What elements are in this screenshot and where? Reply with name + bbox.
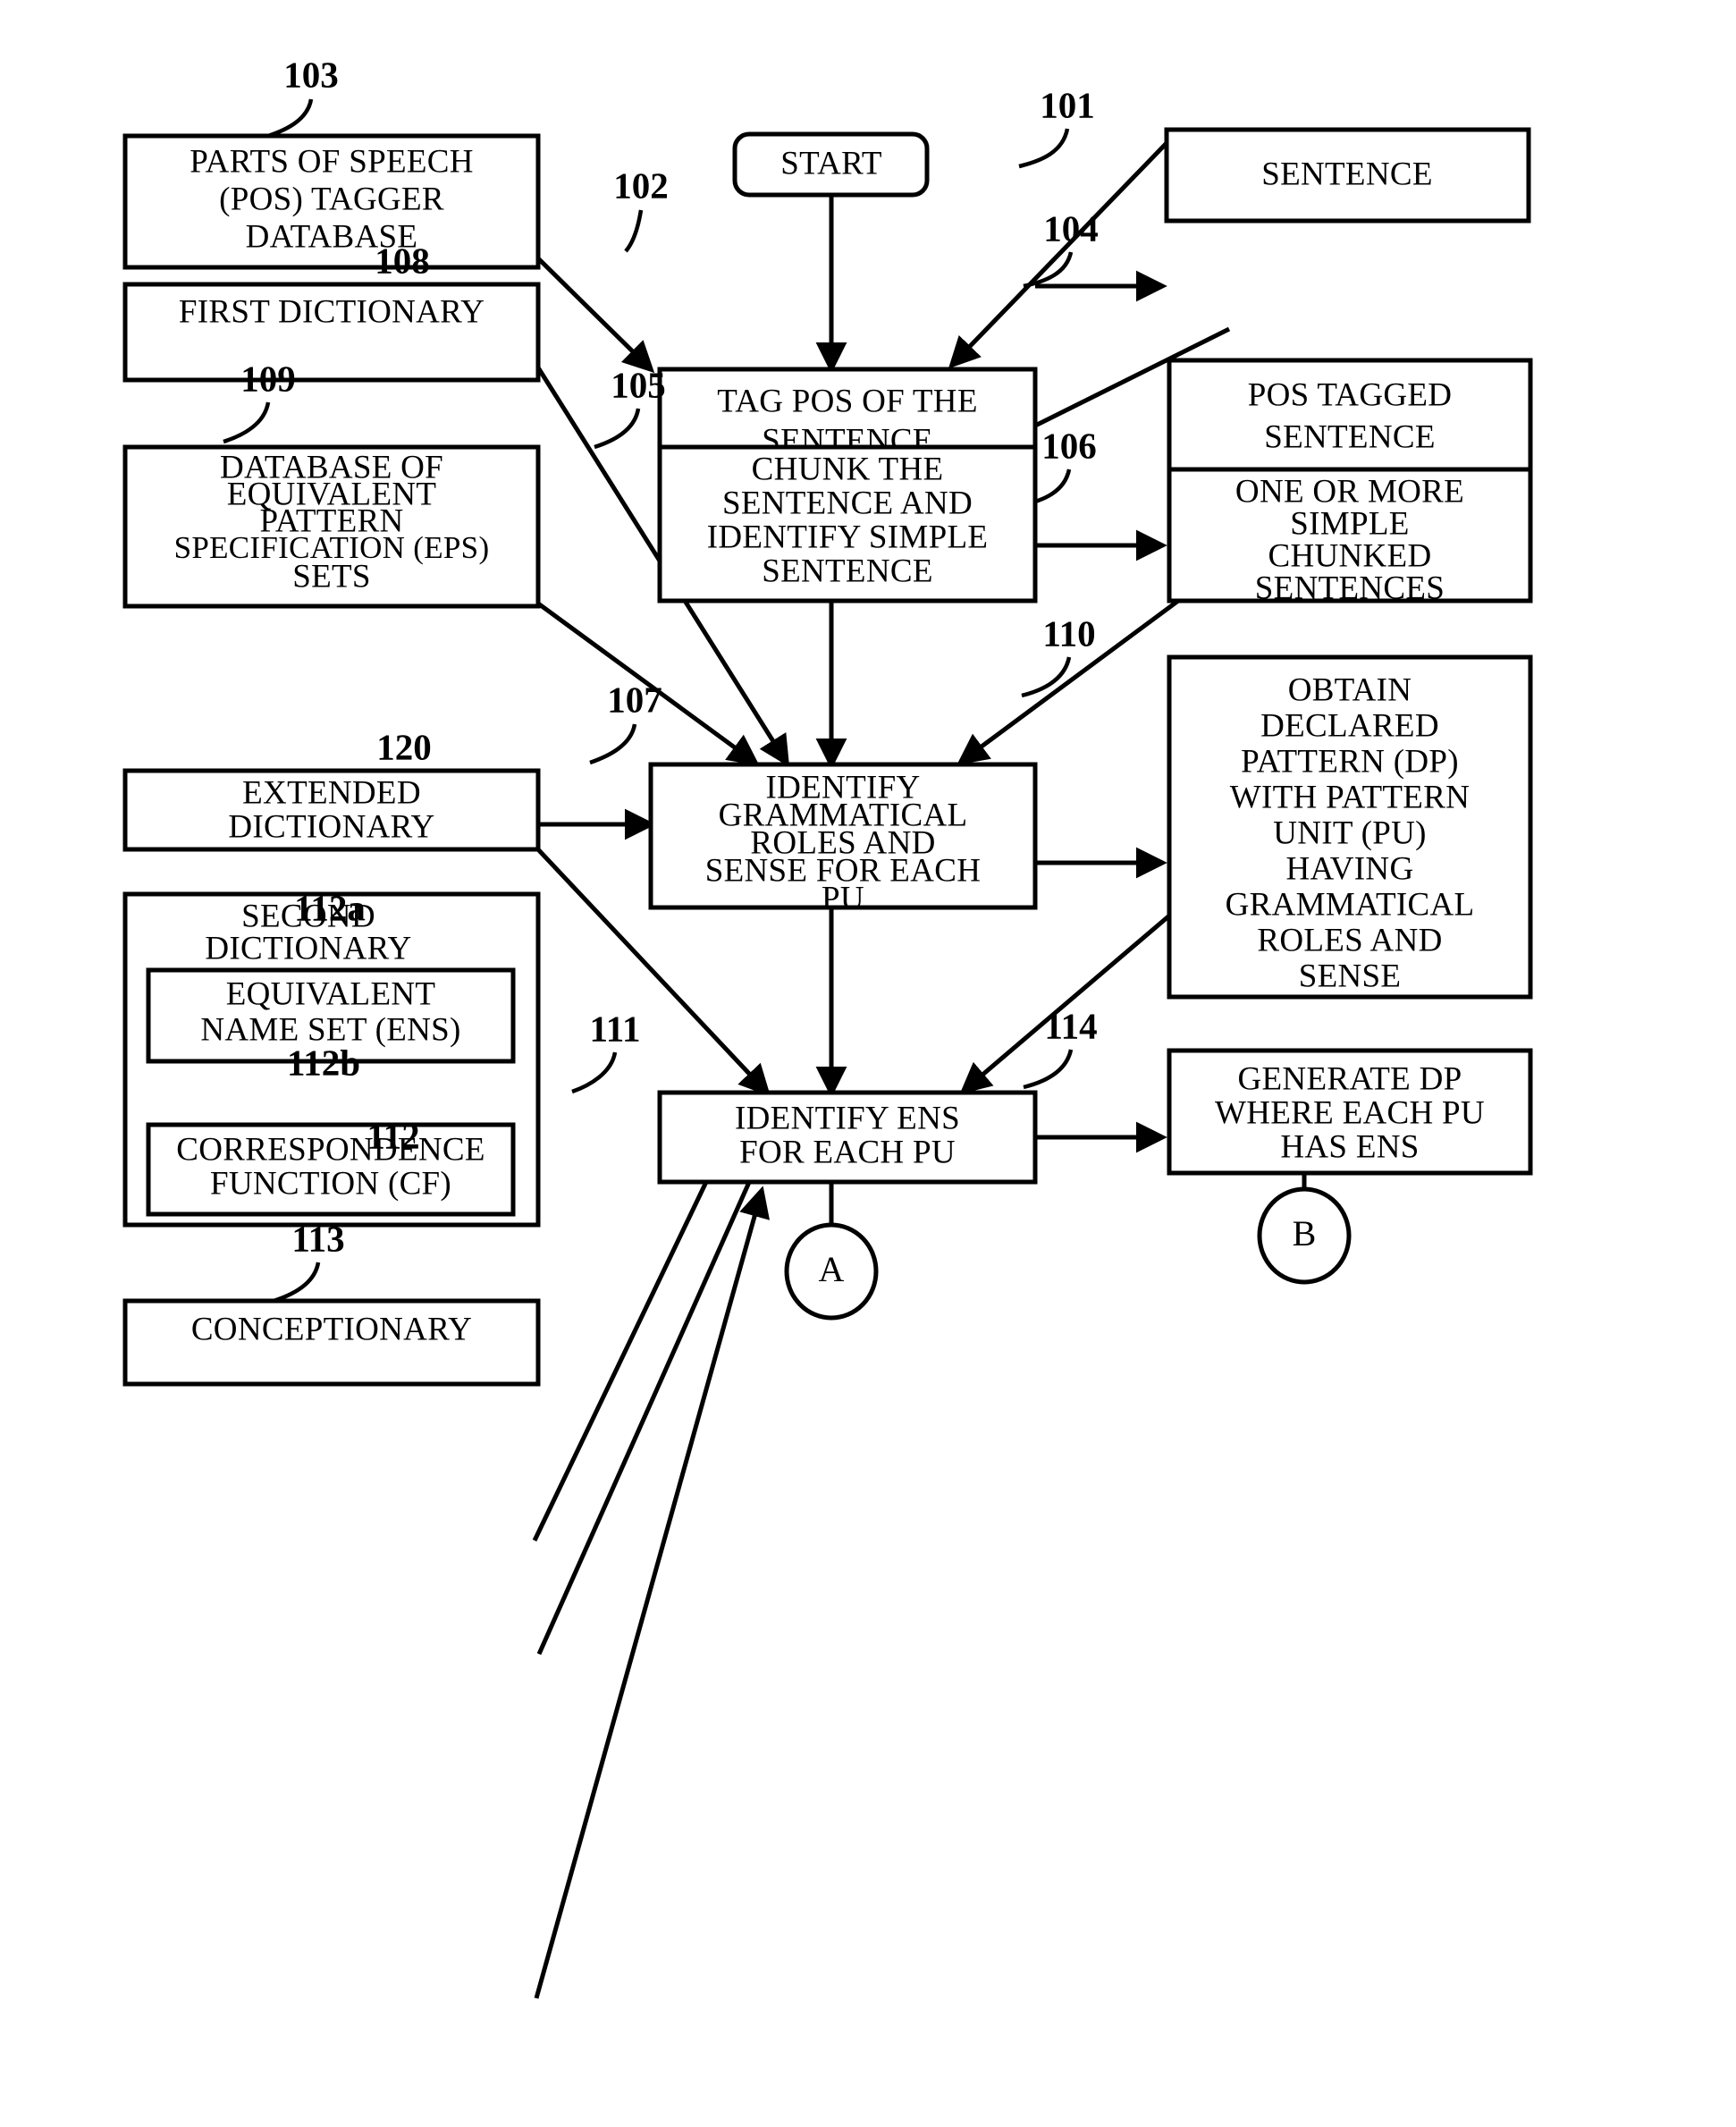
identify-roles-line-5: PU: [822, 880, 864, 916]
ref-103: 103: [283, 54, 339, 95]
identify-ens-line-2: FOR EACH PU: [739, 1134, 956, 1170]
ref-102: 102: [613, 165, 669, 206]
leader-102: [624, 209, 644, 253]
obtain-dp-line-1: OBTAIN: [1288, 671, 1412, 708]
identify-ens-line-1: IDENTIFY ENS: [735, 1100, 960, 1136]
leader-114: [1023, 1049, 1074, 1090]
pos-tagged-sentence-line-2: SENTENCE: [1264, 418, 1436, 455]
ref-112b: 112b: [287, 1042, 360, 1083]
ref-101: 101: [1040, 84, 1095, 125]
obtain-dp-line-8: ROLES AND: [1257, 922, 1442, 958]
ens-line-1: EQUIVALENT: [226, 975, 436, 1012]
node-identify-ens: IDENTIFY ENS FOR EACH PU: [657, 1090, 1038, 1185]
conceptionary-label: CONCEPTIONARY: [191, 1311, 472, 1347]
node-obtain-dp: OBTAIN DECLARED PATTERN (DP) WITH PATTER…: [1167, 654, 1533, 1000]
ref-108: 108: [375, 240, 430, 281]
leader-113: [273, 1262, 321, 1304]
generate-dp-line-2: WHERE EACH PU: [1215, 1094, 1485, 1131]
obtain-dp-line-4: WITH PATTERN: [1230, 779, 1470, 815]
connector-b-label: B: [1293, 1213, 1317, 1253]
cf-line-1: CORRESPONDENCE: [176, 1131, 485, 1168]
tag-pos-line-1: TAG POS OF THE: [717, 383, 977, 419]
chunk-line-3: IDENTIFY SIMPLE: [707, 519, 989, 555]
extended-dictionary-line-1: EXTENDED: [242, 774, 421, 811]
edge-pos-tagger-db-to-tag-pos: [535, 255, 655, 374]
ref-109: 109: [240, 358, 296, 399]
sentence-label: SENTENCE: [1261, 156, 1433, 192]
eps-database-line-5: SETS: [292, 558, 371, 595]
node-identify-roles: IDENTIFY GRAMMATICAL ROLES AND SENSE FOR…: [648, 762, 1038, 916]
edge-obtain-dp-to-identify-ens: [959, 905, 1182, 1094]
node-generate-dp: GENERATE DP WHERE EACH PU HAS ENS: [1167, 1048, 1533, 1176]
pos-tagger-database-line-2: (POS) TAGGER: [219, 181, 444, 217]
first-dictionary-label: FIRST DICTIONARY: [179, 293, 485, 330]
node-sentence: SENTENCE: [1164, 127, 1531, 224]
obtain-dp-line-3: PATTERN (DP): [1241, 743, 1459, 780]
node-cf: CORRESPONDENCE FUNCTION (CF): [146, 1122, 516, 1217]
ref-112a: 112a: [294, 887, 366, 928]
node-chunked-sentences: ONE OR MORE SIMPLE CHUNKED SENTENCES: [1167, 467, 1533, 606]
leader-107: [589, 723, 637, 765]
edge-sentence-to-tag-pos: [948, 141, 1168, 369]
node-chunk: CHUNK THE SENTENCE AND IDENTIFY SIMPLE S…: [657, 444, 1038, 603]
patent-flowchart-figure: START SENTENCE PARTS OF SPEECH (POS) TAG…: [0, 0, 1736, 2127]
node-pos-tagger-database: PARTS OF SPEECH (POS) TAGGER DATABASE: [122, 133, 541, 270]
second-dictionary-line-2: DICTIONARY: [205, 930, 411, 966]
leader-111: [571, 1051, 618, 1094]
obtain-dp-line-7: GRAMMATICAL: [1226, 886, 1475, 923]
cf-line-2: FUNCTION (CF): [210, 1165, 451, 1202]
leader-109: [223, 401, 271, 444]
obtain-dp-line-2: DECLARED: [1260, 707, 1439, 744]
connector-a: A: [784, 1222, 879, 1321]
ref-110: 110: [1042, 612, 1095, 654]
ref-112: 112: [367, 1115, 419, 1156]
node-start: START: [732, 131, 930, 198]
node-first-dictionary: FIRST DICTIONARY: [122, 282, 541, 383]
node-pos-tagged-sentence: POS TAGGED SENTENCE: [1167, 358, 1533, 484]
ref-111: 111: [590, 1008, 641, 1049]
leader-101: [1018, 128, 1070, 169]
generate-dp-line-3: HAS ENS: [1280, 1128, 1419, 1165]
node-conceptionary: CONCEPTIONARY: [122, 1298, 541, 1387]
chunked-sentences-line-3: CHUNKED: [1268, 537, 1432, 574]
flowchart-canvas: START SENTENCE PARTS OF SPEECH (POS) TAG…: [122, 54, 1533, 1999]
ref-113: 113: [291, 1218, 344, 1259]
chunk-line-2: SENTENCE AND: [722, 485, 973, 521]
pos-tagger-database-line-1: PARTS OF SPEECH: [190, 143, 474, 180]
obtain-dp-line-5: UNIT (PU): [1273, 815, 1427, 851]
leader-105: [594, 408, 641, 450]
ref-104: 104: [1043, 207, 1099, 249]
ref-105: 105: [611, 364, 666, 405]
node-eps-database: DATABASE OF EQUIVALENT PATTERN SPECIFICA…: [122, 444, 541, 609]
chunked-sentences-line-4: SENTENCES: [1255, 570, 1445, 606]
chunked-sentences-line-2: SIMPLE: [1290, 505, 1409, 542]
pos-tagged-sentence-line-1: POS TAGGED: [1248, 376, 1453, 413]
chunk-line-1: CHUNK THE: [752, 451, 944, 487]
connector-b: B: [1257, 1186, 1352, 1285]
start-label: START: [780, 145, 882, 181]
ref-107: 107: [607, 679, 662, 720]
node-extended-dictionary: EXTENDED DICTIONARY: [122, 768, 541, 852]
chunked-sentences-line-1: ONE OR MORE: [1235, 473, 1464, 510]
leader-103: [267, 98, 314, 139]
leader-110: [1021, 656, 1072, 698]
generate-dp-line-1: GENERATE DP: [1238, 1060, 1462, 1097]
obtain-dp-line-9: SENSE: [1299, 958, 1402, 994]
connector-a-label: A: [819, 1249, 845, 1289]
extended-dictionary-line-2: DICTIONARY: [228, 808, 434, 845]
edge-conceptionary-to-identify-ens: [534, 1186, 771, 1999]
obtain-dp-line-6: HAVING: [1286, 850, 1414, 887]
ref-114: 114: [1044, 1005, 1097, 1046]
chunk-line-4: SENTENCE: [762, 553, 933, 589]
ref-106: 106: [1041, 425, 1097, 466]
ref-120: 120: [376, 726, 432, 767]
